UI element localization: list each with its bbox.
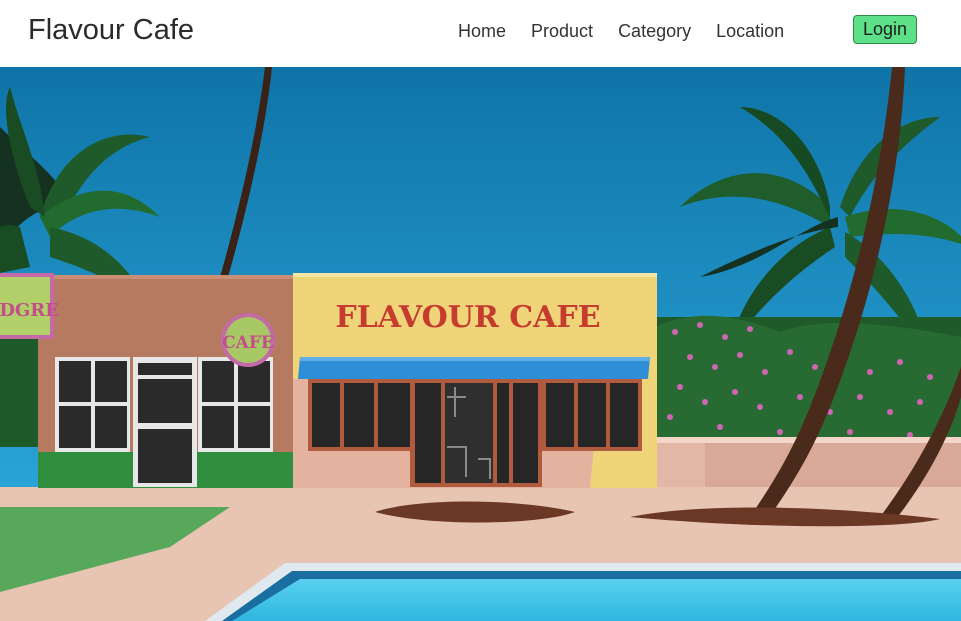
login-button[interactable]: Login — [853, 15, 918, 44]
left-sign-text: CDGRE — [0, 300, 59, 321]
nav-links: Home Product Category Location — [458, 21, 809, 42]
swimming-pool — [205, 563, 961, 621]
hedge-left — [0, 337, 40, 447]
hero-illustration: CAFE CDGRE FLAVOUR CAFE — [0, 67, 961, 621]
nav-link-product[interactable]: Product — [531, 21, 593, 42]
nav-link-home[interactable]: Home — [458, 21, 506, 42]
nav-link-location[interactable]: Location — [716, 21, 784, 42]
cafe-sign-text: FLAVOUR CAFE — [335, 300, 600, 335]
round-sign-text: CAFE — [222, 333, 274, 353]
nav-link-category[interactable]: Category — [618, 21, 691, 42]
brand-logo-text[interactable]: Flavour Cafe — [28, 14, 194, 47]
hero-banner-image: CAFE CDGRE FLAVOUR CAFE — [0, 67, 961, 621]
sign-board-left: CDGRE — [0, 273, 59, 339]
cafe-building: FLAVOUR CAFE — [293, 273, 657, 488]
building-left: CAFE — [38, 275, 294, 488]
top-navbar: Flavour Cafe Home Product Category Locat… — [0, 0, 961, 67]
